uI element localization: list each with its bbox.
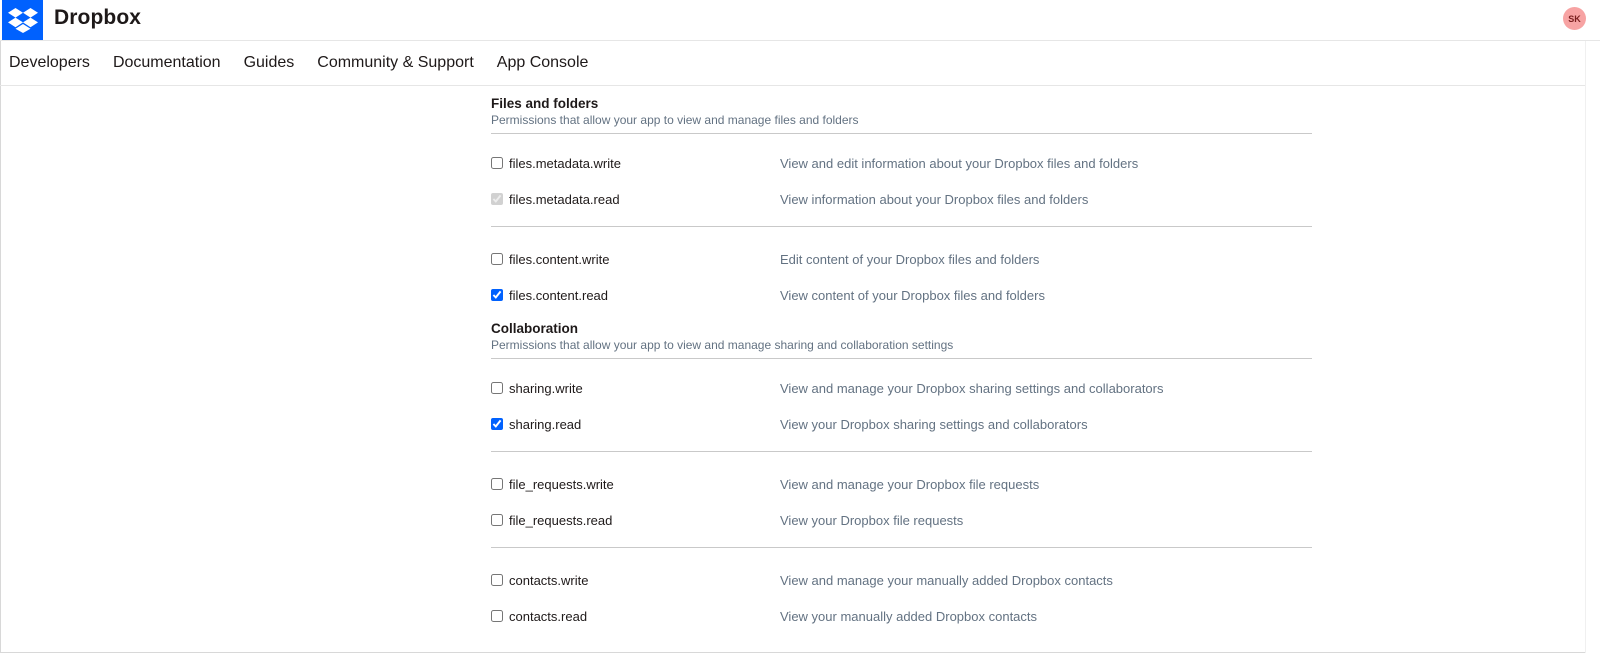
permission-checkbox[interactable] [491,253,503,265]
permission-description: Edit content of your Dropbox files and f… [780,251,1040,267]
permission-description: View and edit information about your Dro… [780,155,1139,171]
permission-checkbox[interactable] [491,514,503,526]
permission-name: files.content.read [509,287,609,303]
nav-documentation[interactable]: Documentation [113,54,221,72]
permission-name: file_requests.read [509,512,613,528]
permission-row[interactable]: files.content.read View content of your … [491,277,1312,313]
permission-checkbox[interactable] [491,574,503,586]
permission-name: files.metadata.write [509,155,621,171]
section-header: Collaboration Permissions that allow you… [491,313,1312,352]
permission-description: View content of your Dropbox files and f… [780,287,1045,303]
page-scrollbar[interactable] [1585,41,1600,653]
permission-name: file_requests.write [509,476,614,492]
permission-group: files.metadata.write View and edit infor… [491,134,1312,217]
permission-checkbox[interactable] [491,193,503,205]
permission-row[interactable]: files.metadata.read View information abo… [491,181,1312,217]
permission-description: View your Dropbox sharing settings and c… [780,416,1088,432]
permission-checkbox[interactable] [491,418,503,430]
permission-checkbox[interactable] [491,382,503,394]
brand-name[interactable]: Dropbox [54,6,141,30]
permission-name: contacts.write [509,572,589,588]
permission-row[interactable]: file_requests.write View and manage your… [491,466,1312,502]
permission-description: View and manage your manually added Drop… [780,572,1113,588]
section-title: Collaboration [491,321,578,336]
nav-guides[interactable]: Guides [244,54,295,72]
permission-checkbox[interactable] [491,157,503,169]
permission-checkbox[interactable] [491,478,503,490]
avatar[interactable]: SK [1563,7,1586,30]
section-description: Permissions that allow your app to view … [491,338,954,352]
permission-name: files.content.write [509,251,610,267]
permission-name: files.metadata.read [509,191,620,207]
permission-row[interactable]: contacts.read View your manually added D… [491,598,1312,634]
permission-group: sharing.write View and manage your Dropb… [491,359,1312,442]
section-header: Files and folders Permissions that allow… [491,86,1312,127]
permission-group: file_requests.write View and manage your… [491,452,1312,538]
permission-description: View information about your Dropbox file… [780,191,1089,207]
nav-community-support[interactable]: Community & Support [317,54,474,72]
permission-row[interactable]: contacts.write View and manage your manu… [491,562,1312,598]
permission-checkbox[interactable] [491,610,503,622]
permission-group: contacts.write View and manage your manu… [491,548,1312,634]
permission-description: View your Dropbox file requests [780,512,964,528]
permission-name: contacts.read [509,608,588,624]
section-title: Files and folders [491,96,599,111]
permission-row[interactable]: files.metadata.write View and edit infor… [491,145,1312,181]
permission-name: sharing.write [509,380,583,396]
nav-developers[interactable]: Developers [9,54,90,72]
permission-row[interactable]: sharing.read View your Dropbox sharing s… [491,406,1312,442]
permission-row[interactable]: files.content.write Edit content of your… [491,241,1312,277]
permission-name: sharing.read [509,416,582,432]
dropbox-logo-icon[interactable] [2,0,43,40]
permission-description: View your manually added Dropbox contact… [780,608,1038,624]
main-nav: Developers Documentation Guides Communit… [0,41,1600,86]
permissions-panel: Files and folders Permissions that allow… [491,86,1312,634]
permission-group: files.content.write Edit content of your… [491,227,1312,313]
permission-checkbox[interactable] [491,289,503,301]
permission-description: View and manage your Dropbox file reques… [780,476,1040,492]
permission-row[interactable]: file_requests.read View your Dropbox fil… [491,502,1312,538]
permission-row[interactable]: sharing.write View and manage your Dropb… [491,370,1312,406]
section-description: Permissions that allow your app to view … [491,113,859,127]
nav-app-console[interactable]: App Console [497,54,589,72]
top-bar: Dropbox SK [0,0,1600,41]
permission-description: View and manage your Dropbox sharing set… [780,380,1164,396]
